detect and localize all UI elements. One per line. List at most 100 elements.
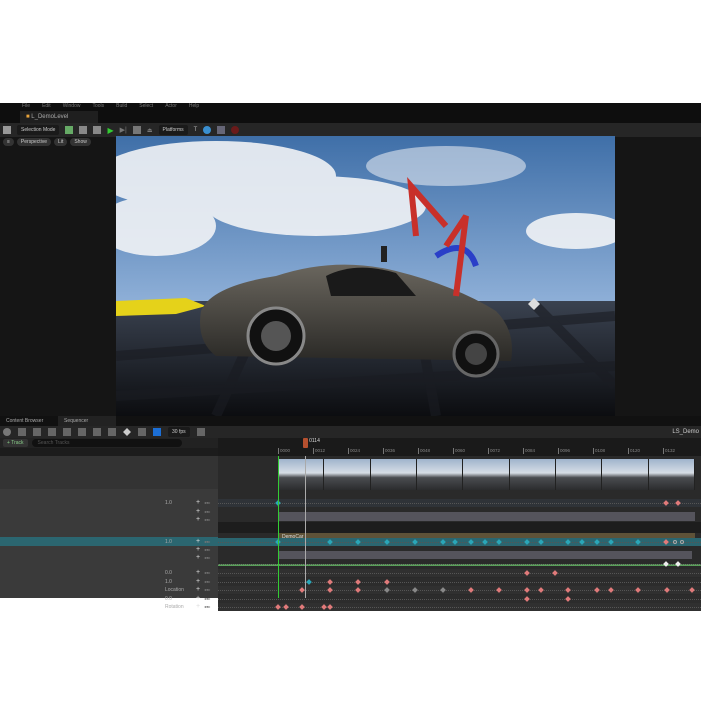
key-nav-icon[interactable]: ◂●▸ xyxy=(204,555,210,560)
step-icon[interactable]: ▶| xyxy=(120,126,127,134)
add-key-icon[interactable]: + xyxy=(196,554,200,561)
key-icon[interactable] xyxy=(78,428,86,436)
keyframe-line xyxy=(218,573,701,574)
add-track-button[interactable]: + Track xyxy=(3,439,28,447)
ruler-tick: 0120 xyxy=(628,448,641,454)
ruler-tick: 0048 xyxy=(418,448,431,454)
add-key-icon[interactable]: + xyxy=(196,508,200,515)
menu-select[interactable]: Select xyxy=(139,103,153,111)
show-button[interactable]: Show xyxy=(70,138,91,146)
camera-actor-icon xyxy=(381,246,387,262)
render-icon[interactable] xyxy=(48,428,56,436)
add-actor-icon[interactable] xyxy=(65,126,74,134)
key-nav-icon[interactable]: ◂●▸ xyxy=(204,517,210,522)
track-row: + ◂●▸ xyxy=(0,515,218,524)
viewport-menu-button[interactable]: ≡ xyxy=(3,138,14,146)
level-tab[interactable]: ■ L_DemoLevel xyxy=(20,111,98,123)
add-key-icon[interactable]: + xyxy=(196,586,200,593)
ruler-tick: 0096 xyxy=(558,448,571,454)
track-value: 0.0 xyxy=(165,595,172,602)
snap-icon[interactable] xyxy=(108,428,116,436)
play-icon[interactable]: ▶ xyxy=(107,126,113,135)
tab-content-browser[interactable]: Content Browser xyxy=(0,416,58,426)
add-key-icon[interactable]: + xyxy=(196,546,200,553)
thumbnail-frame xyxy=(509,459,556,490)
ruler-tick: 0000 xyxy=(278,448,291,454)
eject-icon[interactable]: ⏏ xyxy=(147,127,153,134)
tab-sequencer[interactable]: Sequencer xyxy=(58,416,116,426)
record-icon[interactable] xyxy=(231,126,240,134)
track-area[interactable]: DemoCar xyxy=(218,456,701,611)
thumbnail-frame xyxy=(278,459,325,490)
world-icon[interactable] xyxy=(3,428,11,436)
menu-edit[interactable]: Edit xyxy=(42,103,51,111)
track-row: 1.0 + ◂●▸ xyxy=(0,498,218,507)
add-key-icon[interactable]: + xyxy=(196,569,200,576)
lit-button[interactable]: Lit xyxy=(54,138,68,146)
timeline-ruler[interactable]: 0000 0012 0024 0036 0048 0060 0072 0084 0096 0108… xyxy=(218,438,701,456)
thumbnail-frame xyxy=(463,459,510,490)
keyframe-line xyxy=(218,503,701,504)
keyframe[interactable] xyxy=(672,540,677,544)
key-nav-icon[interactable]: ◂●▸ xyxy=(204,500,210,505)
save-sequence-icon[interactable] xyxy=(18,428,26,436)
find-icon[interactable] xyxy=(33,428,41,436)
camera-icon[interactable] xyxy=(63,428,71,436)
key-nav-icon[interactable]: ◂●▸ xyxy=(204,570,210,575)
thumbnail-frame xyxy=(324,459,371,490)
key-nav-icon[interactable]: ◂●▸ xyxy=(204,509,210,514)
playhead-handle[interactable] xyxy=(303,438,309,448)
cinematics-icon[interactable] xyxy=(93,126,102,134)
key-nav-icon[interactable]: ◂●▸ xyxy=(204,539,210,544)
playhead-line xyxy=(305,456,307,598)
add-key-icon[interactable]: + xyxy=(196,538,200,545)
track-row: Location + ◂●▸ xyxy=(0,585,218,594)
menu-actor[interactable]: Actor xyxy=(165,103,177,111)
track-value: 0.0 xyxy=(165,569,172,576)
pen-icon[interactable] xyxy=(138,428,146,436)
platforms-dropdown[interactable]: Platforms xyxy=(158,125,188,135)
thumbnail-frame xyxy=(370,459,417,490)
spacer-row xyxy=(218,522,701,533)
menu-help[interactable]: Help xyxy=(189,103,199,111)
globe-icon[interactable] xyxy=(203,126,212,134)
keyframe[interactable] xyxy=(680,540,685,544)
ruler-tick: 0108 xyxy=(593,448,606,454)
graph-icon[interactable] xyxy=(196,428,205,436)
selection-mode-dropdown[interactable]: Selection Mode xyxy=(17,125,60,135)
level-viewport[interactable] xyxy=(116,136,615,416)
menu-tools[interactable]: Tools xyxy=(92,103,104,111)
diamond-icon[interactable] xyxy=(123,428,131,436)
thumbnail-frame xyxy=(416,459,464,490)
perspective-button[interactable]: Perspective xyxy=(16,138,52,146)
tool-icon[interactable]: T xyxy=(194,127,198,133)
ruler-tick: 0012 xyxy=(313,448,326,454)
key-nav-icon[interactable]: ◂●▸ xyxy=(204,587,210,592)
curve-icon[interactable] xyxy=(93,428,101,436)
key-nav-icon[interactable]: ◂●▸ xyxy=(204,547,210,552)
blueprint-icon[interactable] xyxy=(79,126,88,134)
menu-window[interactable]: Window xyxy=(63,103,81,111)
ruler-tick: 0060 xyxy=(453,448,466,454)
save-icon[interactable] xyxy=(3,126,11,134)
track-row: + ◂●▸ xyxy=(0,553,218,562)
main-toolbar: Selection Mode ▶ ▶| ⏏ Platforms T xyxy=(0,123,701,137)
add-key-icon[interactable]: + xyxy=(196,499,200,506)
add-key-icon[interactable]: + xyxy=(196,603,200,610)
magnet-icon[interactable] xyxy=(153,428,161,436)
menu-build[interactable]: Build xyxy=(116,103,127,111)
add-key-icon[interactable]: + xyxy=(196,595,200,602)
add-key-icon[interactable]: + xyxy=(196,578,200,585)
key-nav-icon[interactable]: ◂●▸ xyxy=(204,596,210,601)
thumbnail-frame xyxy=(555,459,603,490)
key-nav-icon[interactable]: ◂●▸ xyxy=(204,604,210,609)
stop-icon[interactable] xyxy=(132,126,141,134)
settings-icon[interactable] xyxy=(217,126,226,134)
sequencer-toolbar: 30 fps LS_Demo xyxy=(0,426,701,438)
menu-file[interactable]: File xyxy=(22,103,30,111)
search-tracks-input[interactable]: Search Tracks xyxy=(31,439,182,447)
key-nav-icon[interactable]: ◂●▸ xyxy=(204,579,210,584)
keyframe-line xyxy=(218,582,701,583)
add-key-icon[interactable]: + xyxy=(196,516,200,523)
fps-dropdown[interactable]: 30 fps xyxy=(168,427,190,437)
